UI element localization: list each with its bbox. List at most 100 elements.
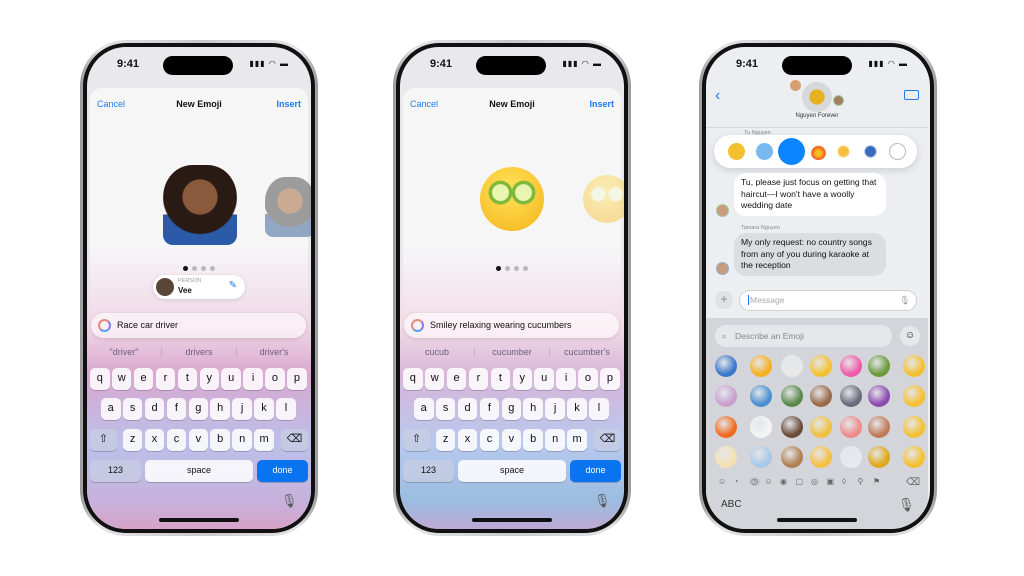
grin-emoji[interactable] xyxy=(903,416,925,438)
ghost-emoji[interactable] xyxy=(750,416,772,438)
key-c[interactable]: c xyxy=(166,429,187,451)
message-input[interactable]: Message 🎙 xyxy=(739,290,917,311)
cake-emoji[interactable] xyxy=(840,416,862,438)
sunglasses-face-reaction[interactable] xyxy=(728,143,745,160)
cactus-face-emoji[interactable] xyxy=(868,355,890,377)
key-o[interactable]: o xyxy=(578,368,598,390)
done-key[interactable]: done xyxy=(257,460,308,482)
key-a[interactable]: a xyxy=(413,398,434,420)
key-x[interactable]: x xyxy=(144,429,165,451)
travel-icon[interactable]: ▣ xyxy=(827,477,835,486)
key-p[interactable]: p xyxy=(287,368,307,390)
key-q[interactable]: q xyxy=(90,368,110,390)
delete-key[interactable]: ⌫ xyxy=(594,429,621,451)
mic-icon[interactable]: 🎙 xyxy=(899,291,910,310)
key-z[interactable]: z xyxy=(435,429,456,451)
cowboy-boots-emoji[interactable] xyxy=(810,385,832,407)
key-u[interactable]: u xyxy=(221,368,241,390)
cold-face-reaction[interactable] xyxy=(756,143,773,160)
create-genmoji-button[interactable]: ☺ xyxy=(900,326,920,346)
key-l[interactable]: l xyxy=(589,398,609,420)
flags-icon[interactable]: ⚑ xyxy=(873,477,880,486)
bubble-tea-emoji[interactable] xyxy=(715,385,737,407)
animals-icon[interactable]: ◉ xyxy=(780,477,787,486)
trophy-emoji[interactable] xyxy=(868,446,890,468)
dictation-mic-icon[interactable]: 🎙 xyxy=(898,497,915,513)
done-key[interactable]: done xyxy=(570,460,621,482)
key-v[interactable]: v xyxy=(501,429,522,451)
thumbs-up-emoji[interactable] xyxy=(810,446,832,468)
activity-icon[interactable]: ◎ xyxy=(811,477,818,486)
duck-emoji[interactable] xyxy=(781,385,803,407)
clock-recent-icon[interactable]: ◷ xyxy=(749,477,760,486)
emoji-prompt-field[interactable]: Smiley relaxing wearing cucumbers xyxy=(404,313,619,338)
key-r[interactable]: r xyxy=(468,368,489,390)
man-gray-hat-emoji[interactable] xyxy=(781,416,803,438)
shift-key[interactable]: ⇧ xyxy=(403,429,430,451)
suggestion[interactable]: drivers xyxy=(162,347,237,357)
space-key[interactable]: space xyxy=(145,460,253,482)
abc-button[interactable]: ABC xyxy=(721,499,742,510)
key-b[interactable]: b xyxy=(523,429,544,451)
key-u[interactable]: u xyxy=(534,368,554,390)
key-k[interactable]: k xyxy=(254,398,274,420)
key-r[interactable]: r xyxy=(155,368,176,390)
edit-pencil-icon[interactable]: ✎ xyxy=(229,280,237,291)
key-e[interactable]: e xyxy=(133,368,154,390)
key-d[interactable]: d xyxy=(457,398,478,420)
key-s[interactable]: s xyxy=(122,398,143,420)
emoji-search-field[interactable]: ⌕ Describe an Emoji xyxy=(715,325,892,347)
face-mask-emoji[interactable] xyxy=(715,446,737,468)
apps-plus-button[interactable]: + xyxy=(715,291,733,309)
message-bubble-incoming[interactable]: My only request: no country songs from a… xyxy=(734,233,886,276)
objects-icon[interactable]: ◊ xyxy=(842,477,846,486)
suggestion[interactable]: cucumber's xyxy=(550,347,624,357)
genmoji-cucumber-smiley[interactable] xyxy=(480,167,544,231)
suggestion[interactable]: cucub xyxy=(400,347,475,357)
suggestion[interactable]: "driver" xyxy=(87,347,162,357)
key-q[interactable]: q xyxy=(403,368,423,390)
key-b[interactable]: b xyxy=(210,429,231,451)
key-i[interactable]: i xyxy=(556,368,576,390)
shift-key[interactable]: ⇧ xyxy=(90,429,117,451)
woman-curly-hair-emoji[interactable] xyxy=(868,416,890,438)
numbers-key[interactable]: 123 xyxy=(403,460,454,482)
key-t[interactable]: t xyxy=(490,368,511,390)
spy-sheep-emoji[interactable] xyxy=(781,355,803,377)
key-v[interactable]: v xyxy=(188,429,209,451)
key-z[interactable]: z xyxy=(122,429,143,451)
genmoji-vee-driver[interactable] xyxy=(163,165,237,245)
message-bubble-incoming[interactable]: Tu, please just focus on getting that ha… xyxy=(734,173,886,216)
hearts-emoji[interactable] xyxy=(840,355,862,377)
key-j[interactable]: j xyxy=(545,398,565,420)
sticker-icon[interactable]: ◔ xyxy=(734,477,739,486)
emoji-prompt-field[interactable]: Race car driver xyxy=(91,313,306,338)
traffic-cone-emoji[interactable] xyxy=(715,416,737,438)
spy-genmoji-reaction-selected[interactable] xyxy=(778,138,805,165)
astronaut-emoji[interactable] xyxy=(840,446,862,468)
delete-key[interactable]: ⌫ xyxy=(281,429,308,451)
suggestion[interactable]: cucumber xyxy=(475,347,550,357)
numbers-key[interactable]: 123 xyxy=(90,460,141,482)
key-l[interactable]: l xyxy=(276,398,296,420)
food-icon[interactable]: ▢ xyxy=(796,477,804,486)
delete-key[interactable]: ⌫ xyxy=(906,477,920,488)
person-pill[interactable]: PERSON Vee ✎ xyxy=(153,275,245,299)
grin-emoji[interactable] xyxy=(903,446,925,468)
key-p[interactable]: p xyxy=(600,368,620,390)
key-h[interactable]: h xyxy=(210,398,231,420)
space-key[interactable]: space xyxy=(458,460,566,482)
key-g[interactable]: g xyxy=(188,398,209,420)
key-k[interactable]: k xyxy=(567,398,587,420)
grin-emoji[interactable] xyxy=(903,385,925,407)
key-e[interactable]: e xyxy=(446,368,467,390)
dragon-emoji[interactable] xyxy=(715,355,737,377)
key-s[interactable]: s xyxy=(435,398,456,420)
dictation-mic-icon[interactable]: 🎙 xyxy=(594,493,611,509)
recent-genmoji-icon[interactable]: ☺ xyxy=(718,477,726,486)
key-g[interactable]: g xyxy=(501,398,522,420)
key-n[interactable]: n xyxy=(545,429,565,451)
victory-hand-reaction[interactable] xyxy=(835,143,852,160)
woman-heart-gesture-emoji[interactable] xyxy=(868,385,890,407)
grin-emoji[interactable] xyxy=(903,355,925,377)
